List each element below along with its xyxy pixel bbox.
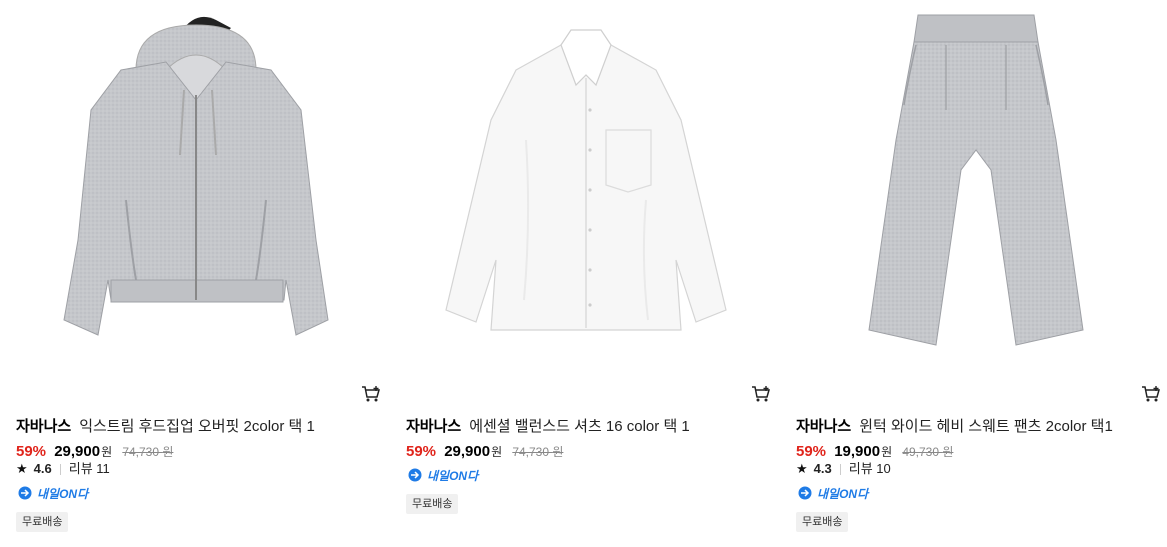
rating-score: 4.3 bbox=[813, 461, 832, 476]
price-row: 59% 29,900원 74,730 원 bbox=[16, 442, 173, 462]
original-price: 74,730 원 bbox=[512, 445, 564, 459]
hoodie-zipup-image bbox=[63, 16, 329, 336]
rating-row: ★ 4.6 리뷰 11 bbox=[16, 460, 110, 478]
review-count: 리뷰 11 bbox=[68, 461, 110, 476]
discount-rate: 59% bbox=[796, 443, 827, 460]
sale-price: 29,900 bbox=[54, 443, 101, 460]
brand-name: 자바나스 bbox=[796, 418, 852, 435]
cart-icon[interactable] bbox=[361, 385, 381, 403]
product-title[interactable]: 자바나스 익스트림 후드집업 오버핏 2color 택 1 bbox=[16, 417, 315, 437]
price-row: 59% 29,900원 74,730 원 bbox=[406, 442, 563, 462]
product-name: 에센셜 밸런스드 셔츠 16 color 택 1 bbox=[469, 418, 690, 435]
currency-label: 원 bbox=[881, 445, 893, 459]
product-card[interactable]: 자바나스 윈턱 와이드 헤비 스웨트 팬츠 2color 택1 59% 19,90… bbox=[796, 0, 1160, 547]
delivery-badge[interactable]: 내일ON다 bbox=[16, 485, 88, 501]
original-price: 49,730 원 bbox=[902, 445, 954, 459]
star-icon: ★ bbox=[16, 461, 28, 476]
delivery-truck-icon bbox=[18, 486, 32, 500]
rating-score: 4.6 bbox=[33, 461, 52, 476]
sweat-pants-image bbox=[868, 14, 1084, 346]
delivery-truck-icon bbox=[408, 468, 422, 482]
free-shipping-tag: 무료배송 bbox=[16, 512, 69, 532]
rating-row: ★ 4.3 리뷰 10 bbox=[796, 460, 891, 478]
product-image[interactable] bbox=[796, 0, 1156, 372]
original-price: 74,730 원 bbox=[122, 445, 174, 459]
currency-label: 원 bbox=[101, 445, 113, 459]
discount-rate: 59% bbox=[406, 443, 437, 460]
white-shirt-image bbox=[445, 29, 727, 331]
product-card[interactable]: 자바나스 에센셜 밸런스드 셔츠 16 color 택 1 59% 29,900원… bbox=[406, 0, 770, 547]
product-name: 익스트림 후드집업 오버핏 2color 택 1 bbox=[79, 418, 315, 435]
divider bbox=[839, 463, 841, 475]
divider bbox=[59, 463, 61, 475]
discount-rate: 59% bbox=[16, 443, 47, 460]
cart-icon[interactable] bbox=[751, 385, 771, 403]
currency-label: 원 bbox=[491, 445, 503, 459]
delivery-badge-label: 내일ON다 bbox=[817, 486, 869, 501]
delivery-badge[interactable]: 내일ON다 bbox=[406, 467, 478, 483]
cart-icon[interactable] bbox=[1141, 385, 1161, 403]
free-shipping-tag: 무료배송 bbox=[406, 494, 459, 514]
brand-name: 자바나스 bbox=[16, 418, 72, 435]
sale-price: 19,900 bbox=[834, 443, 881, 460]
delivery-badge[interactable]: 내일ON다 bbox=[796, 485, 868, 501]
delivery-badge-label: 내일ON다 bbox=[427, 468, 479, 483]
delivery-truck-icon bbox=[798, 486, 812, 500]
brand-name: 자바나스 bbox=[406, 418, 462, 435]
product-title[interactable]: 자바나스 에센셜 밸런스드 셔츠 16 color 택 1 bbox=[406, 417, 690, 437]
review-count: 리뷰 10 bbox=[848, 461, 891, 476]
free-shipping-tag: 무료배송 bbox=[796, 512, 849, 532]
star-icon: ★ bbox=[796, 461, 808, 476]
product-title[interactable]: 자바나스 윈턱 와이드 헤비 스웨트 팬츠 2color 택1 bbox=[796, 417, 1113, 437]
product-name: 윈턱 와이드 헤비 스웨트 팬츠 2color 택1 bbox=[859, 418, 1113, 435]
price-row: 59% 19,900원 49,730 원 bbox=[796, 442, 953, 462]
product-image[interactable] bbox=[406, 0, 766, 372]
delivery-badge-label: 내일ON다 bbox=[37, 486, 89, 501]
product-card[interactable]: 자바나스 익스트림 후드집업 오버핏 2color 택 1 59% 29,900원… bbox=[16, 0, 380, 547]
product-image[interactable] bbox=[16, 0, 376, 372]
sale-price: 29,900 bbox=[444, 443, 491, 460]
